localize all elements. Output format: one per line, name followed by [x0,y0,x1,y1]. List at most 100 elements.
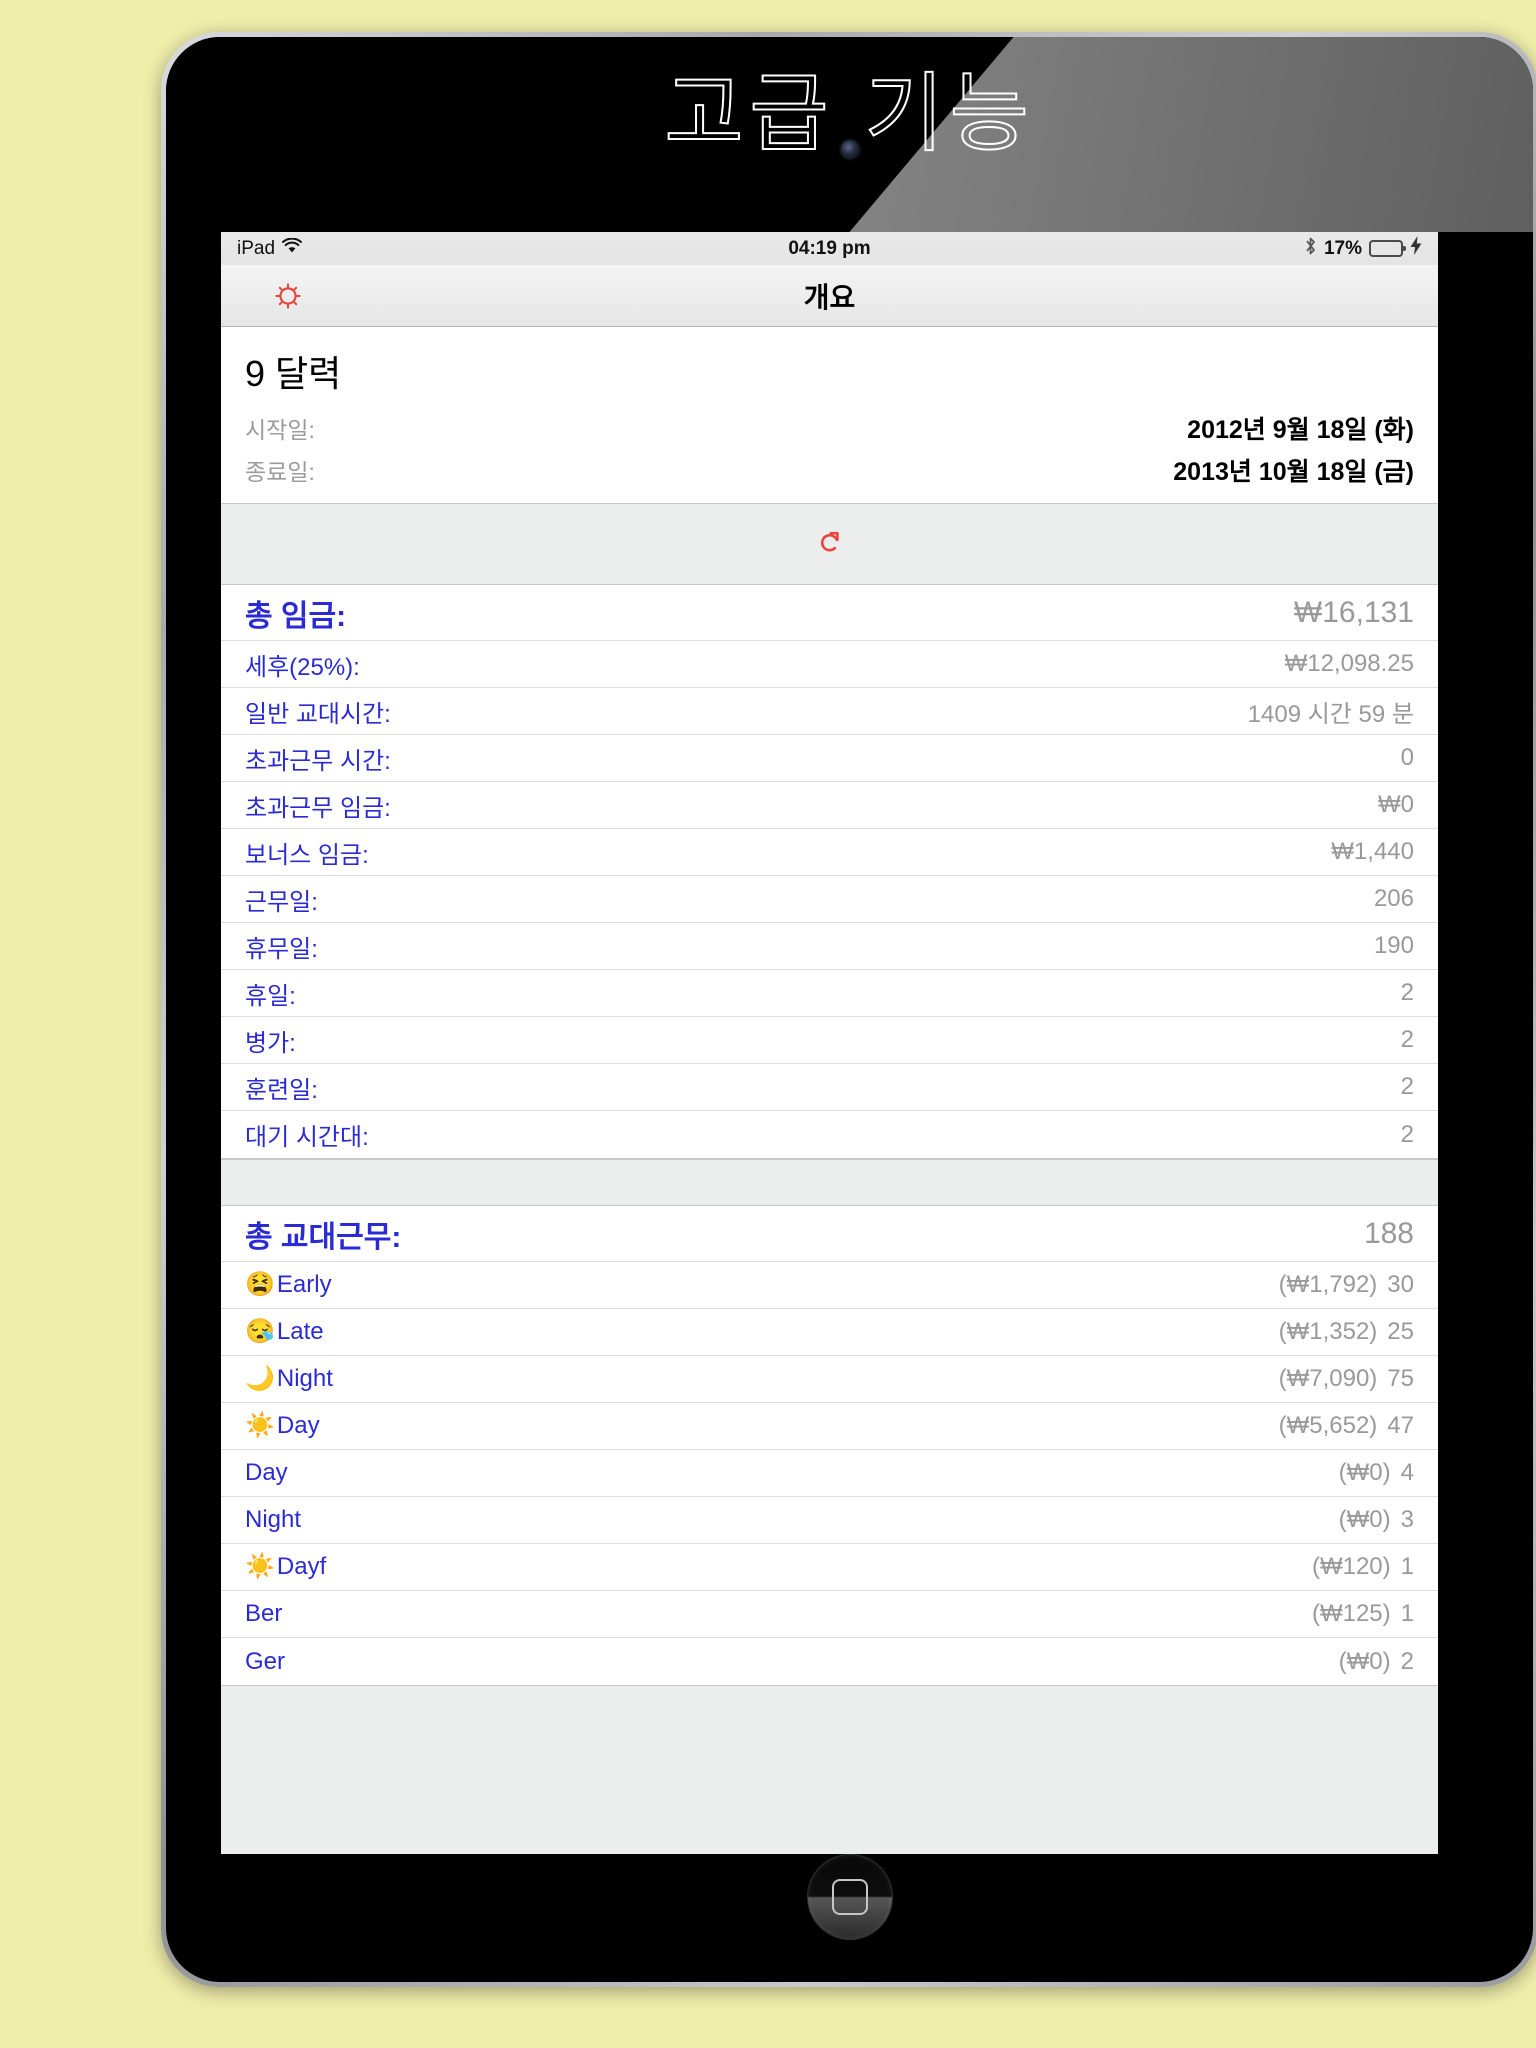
status-bar-left: iPad [237,237,303,260]
shift-name: Ger [245,1647,286,1675]
shift-name: Night [276,1365,333,1392]
wages-row-value: 2 [1400,1120,1414,1148]
wages-row-value: ₩1,440 [1331,838,1414,865]
shift-row-value: (₩1,792) 30 [1279,1271,1414,1299]
wages-row[interactable]: 훈련일: 2 [221,1064,1438,1111]
wages-row[interactable]: 근무일: 206 [221,876,1438,923]
shift-row-label: Night [245,1506,301,1534]
calendar-start-label: 시작일: [245,417,315,443]
shift-count: 1 [1400,1600,1414,1627]
wages-list: 총 임금: ₩16,131 세후(25%): ₩12,098.25 일반 교대시간:… [221,585,1438,1159]
camera-dot-icon [840,140,859,159]
wages-row-label: 휴일: [245,982,296,1010]
wages-row-value: 0 [1400,744,1414,771]
shift-row[interactable]: Ber (₩125) 1 [221,1591,1438,1638]
shift-row[interactable]: Night (₩0) 3 [221,1497,1438,1544]
wages-row-label: 병가: [245,1029,296,1057]
wages-row[interactable]: 대기 시간대: 2 [221,1111,1438,1158]
shifts-header-label: 총 교대근무: [245,1220,402,1254]
battery-icon [1369,240,1406,257]
shift-row-label: 😪 Late [245,1318,324,1346]
home-icon [831,1879,868,1915]
calendar-end-row: 종료일: 2013년 10월 18일 (금) [245,449,1414,491]
wages-row[interactable]: 보너스 임금: ₩1,440 [221,829,1438,876]
wages-header-value: ₩16,131 [1293,595,1414,629]
battery-percent-label: 17% [1323,237,1362,259]
wages-row[interactable]: 초과근무 임금: ₩0 [221,782,1438,829]
bluetooth-icon [1304,236,1317,262]
ipad-body: 고급 기능 iPad 04:19 pm 17% 개요 9 달력 시작일: 201… [166,37,1533,1982]
shift-amount: (₩1,352) [1278,1318,1378,1345]
shift-row[interactable]: 😫 Early (₩1,792) 30 [221,1262,1438,1309]
shift-name: Day [276,1412,320,1439]
shift-row[interactable]: Day (₩0) 4 [221,1450,1438,1497]
shift-row-label: ☀️ Day [245,1412,320,1440]
shift-row-value: (₩0) 3 [1339,1506,1414,1534]
wages-row[interactable]: 세후(25%): ₩12,098.25 [221,641,1438,688]
wages-row[interactable]: 일반 교대시간: 1409 시간 59 분 [221,688,1438,735]
wages-row[interactable]: 휴무일: 190 [221,923,1438,970]
wages-header-row[interactable]: 총 임금: ₩16,131 [221,585,1438,641]
shift-name: Day [245,1459,288,1486]
wages-row-value: 206 [1373,885,1414,912]
calendar-end-label: 종료일: [245,459,315,485]
wages-row-label: 근무일: [245,888,318,916]
shift-row[interactable]: Ger (₩0) 2 [221,1638,1438,1685]
status-bar: iPad 04:19 pm 17% [221,232,1438,265]
shift-name: Night [245,1506,302,1533]
shift-row-value: (₩0) 4 [1339,1459,1414,1487]
wages-row-value: 190 [1373,932,1414,959]
shift-row[interactable]: 🌙 Night (₩7,090) 75 [221,1356,1438,1403]
shift-row-label: 🌙 Night [245,1365,333,1393]
shift-count: 30 [1387,1271,1414,1298]
device-label: iPad [237,237,276,259]
refresh-section [221,503,1438,585]
home-button[interactable] [806,1854,893,1940]
shift-amount: (₩5,652) [1278,1412,1378,1439]
section-spacer [221,1159,1438,1206]
shift-row[interactable]: ☀️ Dayf (₩120) 1 [221,1544,1438,1591]
refresh-icon[interactable] [817,529,843,560]
shift-name: Ber [245,1600,283,1627]
shift-count: 4 [1400,1459,1414,1486]
calendar-name: 9 달력 [245,353,342,394]
content-area: 9 달력 시작일: 2012년 9월 18일 (화) 종료일: 2013년 10… [221,327,1438,1854]
shift-name: Dayf [276,1553,327,1580]
wages-row[interactable]: 병가: 2 [221,1017,1438,1064]
shift-emoji-icon: 🌙 [245,1365,275,1392]
shift-amount: (₩0) [1338,1506,1391,1533]
wages-row-value: 2 [1400,1026,1414,1053]
shift-emoji-icon: ☀️ [245,1412,275,1439]
shift-count: 25 [1387,1318,1414,1345]
shift-row[interactable]: 😪 Late (₩1,352) 25 [221,1309,1438,1356]
status-bar-time: 04:19 pm [788,237,871,259]
wages-row-value: 2 [1400,979,1414,1006]
status-bar-right: 17% [1304,236,1422,262]
shift-amount: (₩1,792) [1278,1271,1378,1298]
gear-icon[interactable] [271,279,305,313]
shift-count: 47 [1387,1412,1414,1439]
shift-amount: (₩7,090) [1278,1365,1378,1392]
shift-row-label: Ber [245,1600,282,1628]
shift-amount: (₩120) [1311,1553,1391,1580]
shift-name: Early [276,1271,332,1298]
shift-row[interactable]: ☀️ Day (₩5,652) 47 [221,1403,1438,1450]
shift-count: 3 [1400,1506,1414,1533]
shifts-header-value: 188 [1363,1216,1414,1250]
wifi-icon [282,237,303,260]
shift-name: Late [276,1318,324,1345]
shift-count: 2 [1400,1647,1414,1675]
shift-row-value: (₩1,352) 25 [1279,1318,1414,1346]
shift-amount: (₩125) [1311,1600,1391,1627]
shift-row-value: (₩5,652) 47 [1279,1412,1414,1440]
wages-row-label: 초과근무 임금: [245,794,391,822]
wages-row-value: 2 [1400,1073,1414,1100]
shift-row-label: ☀️ Dayf [245,1553,326,1581]
shifts-header-row[interactable]: 총 교대근무: 188 [221,1206,1438,1262]
shift-row-value: (₩120) 1 [1312,1553,1414,1581]
wages-row-value: 1409 시간 59 분 [1247,700,1414,728]
wages-row[interactable]: 초과근무 시간: 0 [221,735,1438,782]
wages-row[interactable]: 휴일: 2 [221,970,1438,1017]
shift-count: 75 [1387,1365,1414,1392]
shifts-list: 총 교대근무: 188 😫 Early (₩1,792) 30 😪 Late (₩1,352… [221,1206,1438,1686]
